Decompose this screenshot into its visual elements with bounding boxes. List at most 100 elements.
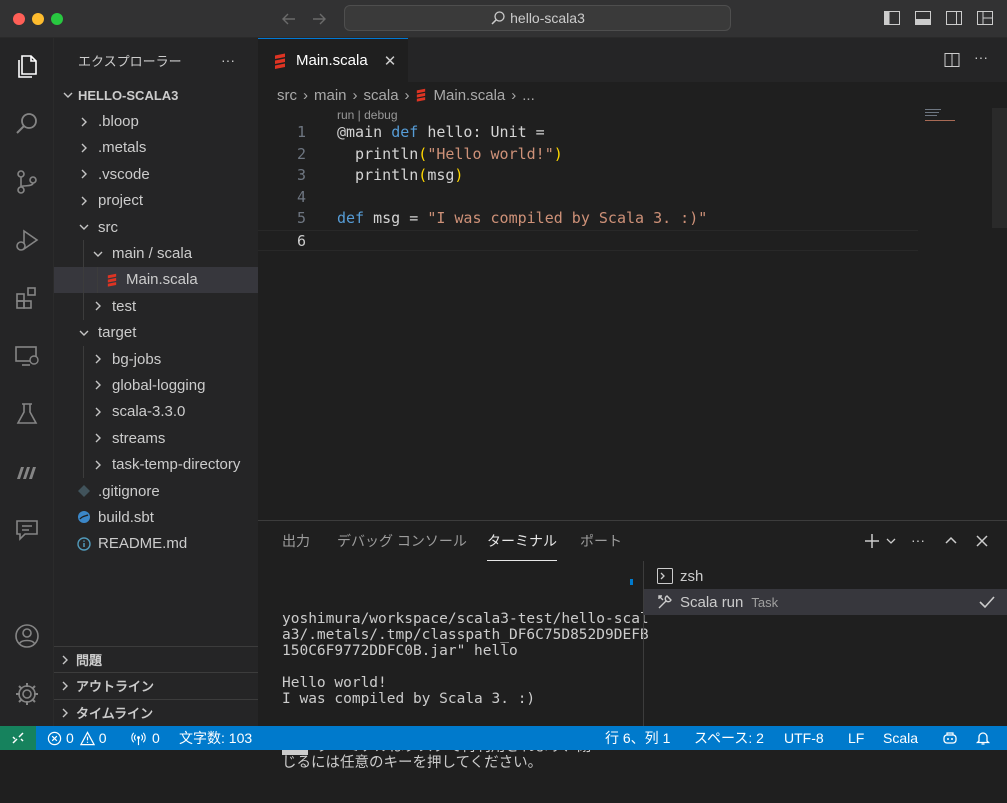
tree-folder[interactable]: src xyxy=(54,214,258,240)
close-panel-icon[interactable] xyxy=(973,532,991,550)
forward-arrow-icon[interactable] xyxy=(310,10,328,28)
tree-item-label: target xyxy=(98,324,137,342)
terminal-item-zsh[interactable]: zsh xyxy=(644,563,1007,589)
status-bar: 0 0 0 文字数: 103 行 6、列 1 スペース: 2 UTF-8 LF … xyxy=(0,726,1007,750)
tree-folder[interactable]: scala-3.3.0 xyxy=(54,398,258,426)
code-token: Unit xyxy=(490,123,527,141)
ports-status[interactable]: 0 xyxy=(131,726,160,750)
toggle-panel-icon[interactable] xyxy=(914,9,932,27)
chevron-down-icon xyxy=(90,248,106,260)
cursor-position[interactable]: 行 6、列 1 xyxy=(605,726,670,750)
tab-terminal[interactable]: ターミナル xyxy=(487,521,557,561)
extensions-icon[interactable] xyxy=(0,274,54,322)
tree-folder[interactable]: .metals xyxy=(54,135,258,161)
indent-guide xyxy=(83,293,84,320)
chevron-right-icon: › xyxy=(303,86,308,104)
search-icon xyxy=(491,11,505,25)
chevron-right-icon xyxy=(54,707,76,719)
window-title: hello-scala3 xyxy=(510,10,585,26)
tree-item-label: .vscode xyxy=(98,165,150,183)
run-and-debug-icon[interactable] xyxy=(0,216,54,264)
command-center-search[interactable]: hello-scala3 xyxy=(344,5,731,31)
tree-file[interactable]: Main.scala xyxy=(54,266,258,294)
tree-folder[interactable]: project xyxy=(54,188,258,214)
tree-file[interactable]: .gitignore xyxy=(54,478,258,504)
workspace-root-folder[interactable]: HELLO-SCALA3 xyxy=(54,82,258,108)
breadcrumb-main[interactable]: main xyxy=(314,87,347,104)
tree-folder[interactable]: streams xyxy=(54,425,258,452)
toggle-primary-sidebar-icon[interactable] xyxy=(883,9,901,27)
code-editor[interactable]: run | debug 1 @main def hello: Unit = 2 pr… xyxy=(258,108,1007,520)
remote-explorer-icon[interactable] xyxy=(0,332,54,380)
terminal-item-scala-run[interactable]: Scala run Task xyxy=(644,589,1007,615)
problems-status[interactable]: 0 0 xyxy=(47,726,107,750)
new-terminal-plus-icon[interactable] xyxy=(863,532,881,550)
tree-folder[interactable]: .vscode xyxy=(54,161,258,187)
explorer-more-actions-button[interactable]: ··· xyxy=(221,52,235,68)
breadcrumb-src[interactable]: src xyxy=(277,87,297,104)
minimize-window-button[interactable] xyxy=(32,13,44,25)
git-file-icon xyxy=(76,484,92,498)
problems-section[interactable]: 問題 xyxy=(54,646,258,672)
tree-folder[interactable]: main / scala xyxy=(54,240,258,267)
terminal-view[interactable]: yoshimura/workspace/scala3-test/hello-sc… xyxy=(282,579,649,803)
broadcast-icon xyxy=(131,731,146,745)
eol-status[interactable]: LF xyxy=(848,726,864,750)
split-editor-icon[interactable] xyxy=(943,51,961,69)
breadcrumb-symbols[interactable]: ... xyxy=(522,87,535,104)
tab-output[interactable]: 出力 xyxy=(282,521,310,561)
testing-icon[interactable] xyxy=(0,390,54,438)
code-token: def xyxy=(337,209,374,227)
code-token: ) xyxy=(553,144,563,163)
minimap[interactable] xyxy=(925,108,965,121)
source-control-icon[interactable] xyxy=(0,158,54,206)
outline-section[interactable]: アウトライン xyxy=(54,672,258,698)
tab-ports[interactable]: ポート xyxy=(580,521,622,561)
back-arrow-icon[interactable] xyxy=(280,10,298,28)
tree-folder[interactable]: global-logging xyxy=(54,372,258,399)
chevron-down-icon xyxy=(60,89,76,101)
tree-file[interactable]: build.sbt xyxy=(54,504,258,530)
breadcrumb-scala[interactable]: scala xyxy=(364,87,399,104)
tree-folder[interactable]: .bloop xyxy=(54,108,258,134)
close-window-button[interactable] xyxy=(13,13,25,25)
terminal-scrollbar[interactable] xyxy=(630,579,633,585)
breadcrumb-file[interactable]: Main.scala xyxy=(434,87,506,104)
copilot-icon[interactable] xyxy=(942,730,958,746)
chevron-down-icon[interactable] xyxy=(885,535,897,547)
indent-guide xyxy=(97,266,98,294)
editor-more-actions-button[interactable]: ··· xyxy=(974,49,988,65)
chevron-right-icon: › xyxy=(404,86,410,104)
remote-indicator[interactable] xyxy=(0,726,36,750)
codelens-run-debug[interactable]: run | debug xyxy=(337,108,398,122)
code-line: 4 xyxy=(258,187,918,209)
toggle-secondary-sidebar-icon[interactable] xyxy=(945,9,963,27)
tab-debug-console[interactable]: デバッグ コンソール xyxy=(337,521,467,561)
explorer-icon[interactable] xyxy=(0,42,54,90)
char-count[interactable]: 文字数: 103 xyxy=(179,726,252,750)
line-number: 4 xyxy=(296,187,306,206)
indentation-status[interactable]: スペース: 2 xyxy=(694,726,764,750)
metals-icon[interactable] xyxy=(0,448,54,496)
manage-gear-icon[interactable] xyxy=(0,670,54,718)
encoding-status[interactable]: UTF-8 xyxy=(784,726,824,750)
tree-folder[interactable]: task-temp-directory xyxy=(54,451,258,478)
sbt-file-icon xyxy=(76,510,92,524)
tree-folder[interactable]: target xyxy=(54,320,258,346)
customize-layout-icon[interactable] xyxy=(976,9,994,27)
tree-folder[interactable]: test xyxy=(54,293,258,320)
panel-more-actions-button[interactable]: ··· xyxy=(911,532,925,548)
search-view-icon[interactable] xyxy=(0,100,54,148)
maximize-panel-chevron-up-icon[interactable] xyxy=(942,532,960,550)
tree-folder[interactable]: bg-jobs xyxy=(54,345,258,373)
chat-icon[interactable] xyxy=(0,506,54,554)
timeline-section[interactable]: タイムライン xyxy=(54,699,258,725)
zoom-window-button[interactable] xyxy=(51,13,63,25)
notifications-bell-icon[interactable] xyxy=(975,730,991,746)
accounts-icon[interactable] xyxy=(0,612,54,660)
tab-main-scala[interactable]: Main.scala ✕ xyxy=(258,38,408,82)
close-tab-button[interactable]: ✕ xyxy=(384,52,397,70)
editor-scrollbar[interactable] xyxy=(992,108,1007,228)
tree-file[interactable]: README.md xyxy=(54,531,258,557)
language-mode[interactable]: Scala xyxy=(883,726,918,750)
